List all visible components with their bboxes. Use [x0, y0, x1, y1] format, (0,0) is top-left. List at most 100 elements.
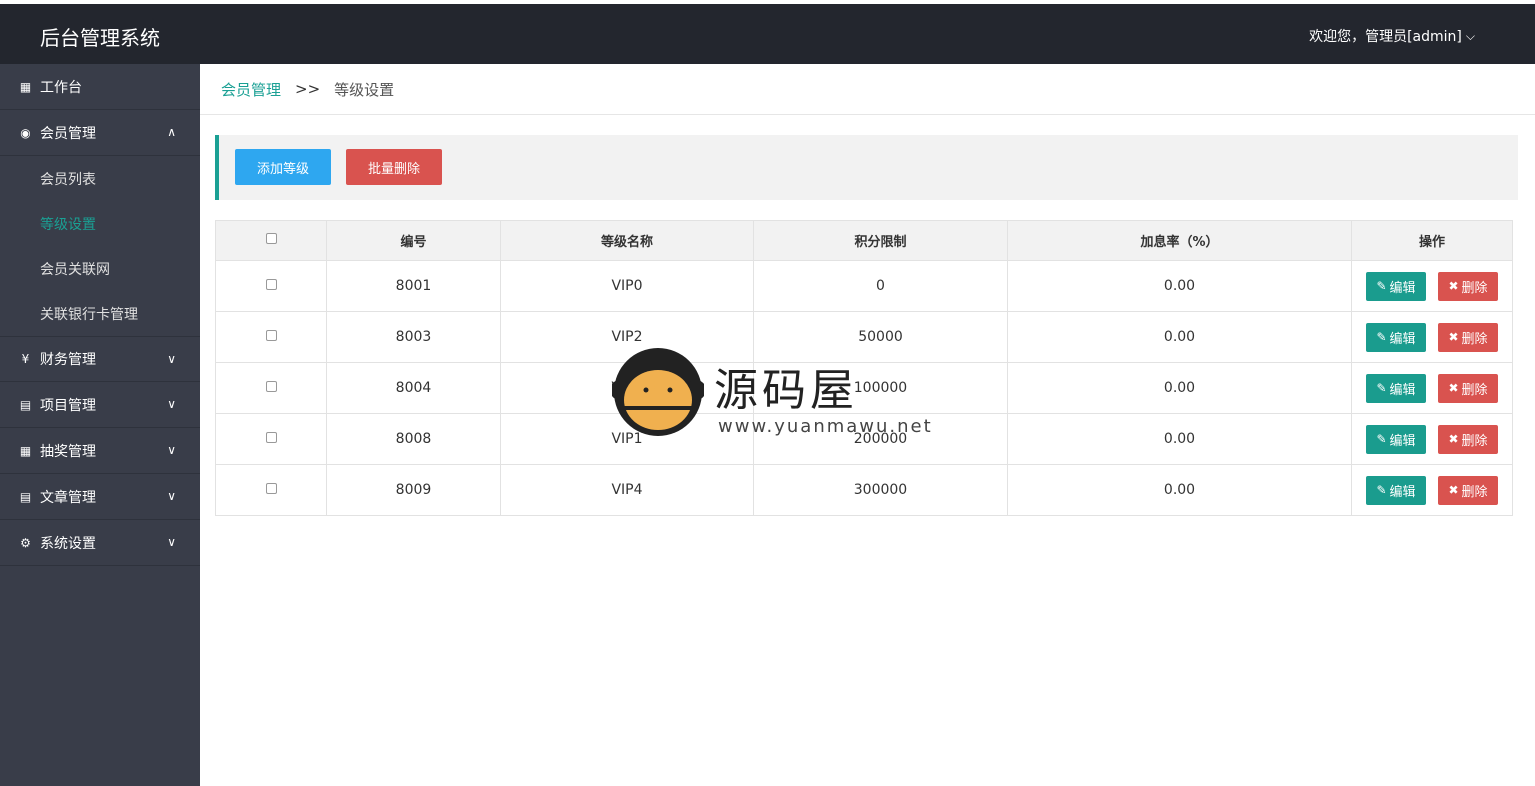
sidebar-item-label: 会员管理: [40, 125, 96, 142]
level-table: 编号 等级名称 积分限制 加息率（%） 操作 8001 VIP0 0 0.00 …: [215, 220, 1513, 516]
cell-level-name: VIP1: [500, 413, 754, 465]
cell-actions: ✎ 编辑 ✖ 删除: [1351, 464, 1513, 516]
delete-button[interactable]: ✖ 删除: [1438, 424, 1498, 454]
cell-points-limit: 100000: [753, 362, 1008, 414]
row-select-cell: [215, 260, 327, 312]
cell-interest-rate: 0.00: [1007, 311, 1352, 363]
row-select-cell: [215, 413, 327, 465]
sidebar-item-projects[interactable]: ▤ 项目管理 ∨: [0, 382, 200, 428]
edit-icon: ✎: [1376, 381, 1387, 395]
select-all-checkbox[interactable]: [265, 233, 277, 244]
sidebar-submenu-member: 会员列表 等级设置 会员关联网 关联银行卡管理: [0, 156, 200, 336]
sidebar-item-finance[interactable]: ¥ 财务管理 ∨: [0, 336, 200, 382]
delete-button[interactable]: ✖ 删除: [1438, 271, 1498, 301]
delete-label: 删除: [1461, 484, 1488, 500]
sidebar-item-member[interactable]: ◉ 会员管理 ∧: [0, 110, 200, 156]
user-menu[interactable]: 欢迎您，管理员[admin] ⌵: [1309, 26, 1475, 46]
batch-delete-button[interactable]: 批量删除: [346, 149, 442, 185]
sidebar-subitem-member-network[interactable]: 会员关联网: [0, 246, 200, 291]
edit-label: 编辑: [1389, 484, 1416, 500]
cell-actions: ✎ 编辑 ✖ 删除: [1351, 260, 1513, 312]
delete-label: 删除: [1461, 280, 1488, 296]
row-checkbox[interactable]: [265, 279, 277, 290]
edit-icon: ✎: [1376, 483, 1387, 497]
clipboard-icon: ▤: [19, 397, 32, 412]
table-row: 8009 VIP4 300000 0.00 ✎ 编辑 ✖ 删除: [215, 464, 1513, 516]
row-select-cell: [215, 311, 327, 363]
row-checkbox[interactable]: [265, 483, 277, 494]
sidebar-item-lottery[interactable]: ▦ 抽奖管理 ∨: [0, 428, 200, 474]
edit-label: 编辑: [1389, 280, 1416, 296]
cell-interest-rate: 0.00: [1007, 362, 1352, 414]
action-toolbar: 添加等级 批量删除: [215, 135, 1518, 200]
sidebar-item-label: 系统设置: [40, 535, 96, 552]
cell-points-limit: 200000: [753, 413, 1008, 465]
edit-button[interactable]: ✎ 编辑: [1366, 373, 1426, 403]
cell-actions: ✎ 编辑 ✖ 删除: [1351, 413, 1513, 465]
edit-label: 编辑: [1389, 382, 1416, 398]
col-interest-rate: 加息率（%）: [1007, 220, 1352, 261]
sidebar-subitem-member-list[interactable]: 会员列表: [0, 156, 200, 201]
edit-label: 编辑: [1389, 433, 1416, 449]
col-level-name: 等级名称: [500, 220, 754, 261]
row-checkbox[interactable]: [265, 330, 277, 341]
sidebar-item-articles[interactable]: ▤ 文章管理 ∨: [0, 474, 200, 520]
sidebar-subitem-bank-cards[interactable]: 关联银行卡管理: [0, 291, 200, 336]
row-checkbox[interactable]: [265, 381, 277, 392]
top-navbar: 后台管理系统 欢迎您，管理员[admin] ⌵: [0, 0, 1535, 64]
cell-id: 8009: [326, 464, 501, 516]
chevron-down-icon: ⌵: [1465, 28, 1475, 43]
sidebar-item-label: 项目管理: [40, 397, 96, 414]
sidebar-item-label: 抽奖管理: [40, 443, 96, 460]
col-id: 编号: [326, 220, 501, 261]
trash-icon: ✖: [1448, 279, 1459, 293]
cell-interest-rate: 0.00: [1007, 260, 1352, 312]
sidebar-item-system-settings[interactable]: ⚙ 系统设置 ∨: [0, 520, 200, 566]
breadcrumb-current: 等级设置: [334, 80, 395, 99]
cell-id: 8008: [326, 413, 501, 465]
chevron-down-icon: ∨: [167, 535, 176, 549]
breadcrumb-parent[interactable]: 会员管理: [221, 79, 281, 100]
chevron-down-icon: ∨: [167, 443, 176, 457]
edit-button[interactable]: ✎ 编辑: [1366, 271, 1426, 301]
breadcrumb-separator: >>: [295, 80, 321, 98]
col-actions: 操作: [1351, 220, 1513, 261]
sidebar-item-label: 工作台: [40, 79, 82, 96]
delete-button[interactable]: ✖ 删除: [1438, 373, 1498, 403]
breadcrumb: 会员管理 >> 等级设置: [200, 64, 1535, 115]
delete-button[interactable]: ✖ 删除: [1438, 475, 1498, 505]
cell-id: 8001: [326, 260, 501, 312]
edit-icon: ✎: [1376, 432, 1387, 446]
chevron-down-icon: ∨: [167, 489, 176, 503]
cell-id: 8004: [326, 362, 501, 414]
col-points-limit: 积分限制: [753, 220, 1008, 261]
edit-button[interactable]: ✎ 编辑: [1366, 424, 1426, 454]
trash-icon: ✖: [1448, 483, 1459, 497]
vip-icon: ◉: [20, 125, 31, 140]
table-row: 8001 VIP0 0 0.00 ✎ 编辑 ✖ 删除: [215, 260, 1513, 312]
add-level-button[interactable]: 添加等级: [235, 149, 331, 185]
cell-level-name: VIP0: [500, 260, 754, 312]
row-select-cell: [215, 464, 327, 516]
grid-icon: ▦: [19, 79, 32, 94]
cell-interest-rate: 0.00: [1007, 464, 1352, 516]
cell-actions: ✎ 编辑 ✖ 删除: [1351, 362, 1513, 414]
row-select-cell: [215, 362, 327, 414]
edit-button[interactable]: ✎ 编辑: [1366, 475, 1426, 505]
sidebar-item-label: 财务管理: [40, 352, 96, 368]
select-all-cell: [215, 220, 327, 261]
row-checkbox[interactable]: [265, 432, 277, 443]
main-content: 会员管理 >> 等级设置 添加等级 批量删除 编号 等级名称 积分限制 加息率（…: [200, 64, 1535, 786]
chevron-down-icon: ∨: [167, 397, 176, 411]
sidebar-subitem-level-settings[interactable]: 等级设置: [0, 201, 200, 246]
trash-icon: ✖: [1448, 432, 1459, 446]
table-header-row: 编号 等级名称 积分限制 加息率（%） 操作: [215, 220, 1513, 261]
delete-button[interactable]: ✖ 删除: [1438, 322, 1498, 352]
edit-button[interactable]: ✎ 编辑: [1366, 322, 1426, 352]
cell-id: 8003: [326, 311, 501, 363]
delete-label: 删除: [1461, 433, 1488, 449]
cell-actions: ✎ 编辑 ✖ 删除: [1351, 311, 1513, 363]
sidebar-item-workbench[interactable]: ▦ 工作台: [0, 64, 200, 110]
yen-icon: ¥: [21, 352, 30, 366]
cell-level-name: VIP3: [500, 362, 754, 414]
